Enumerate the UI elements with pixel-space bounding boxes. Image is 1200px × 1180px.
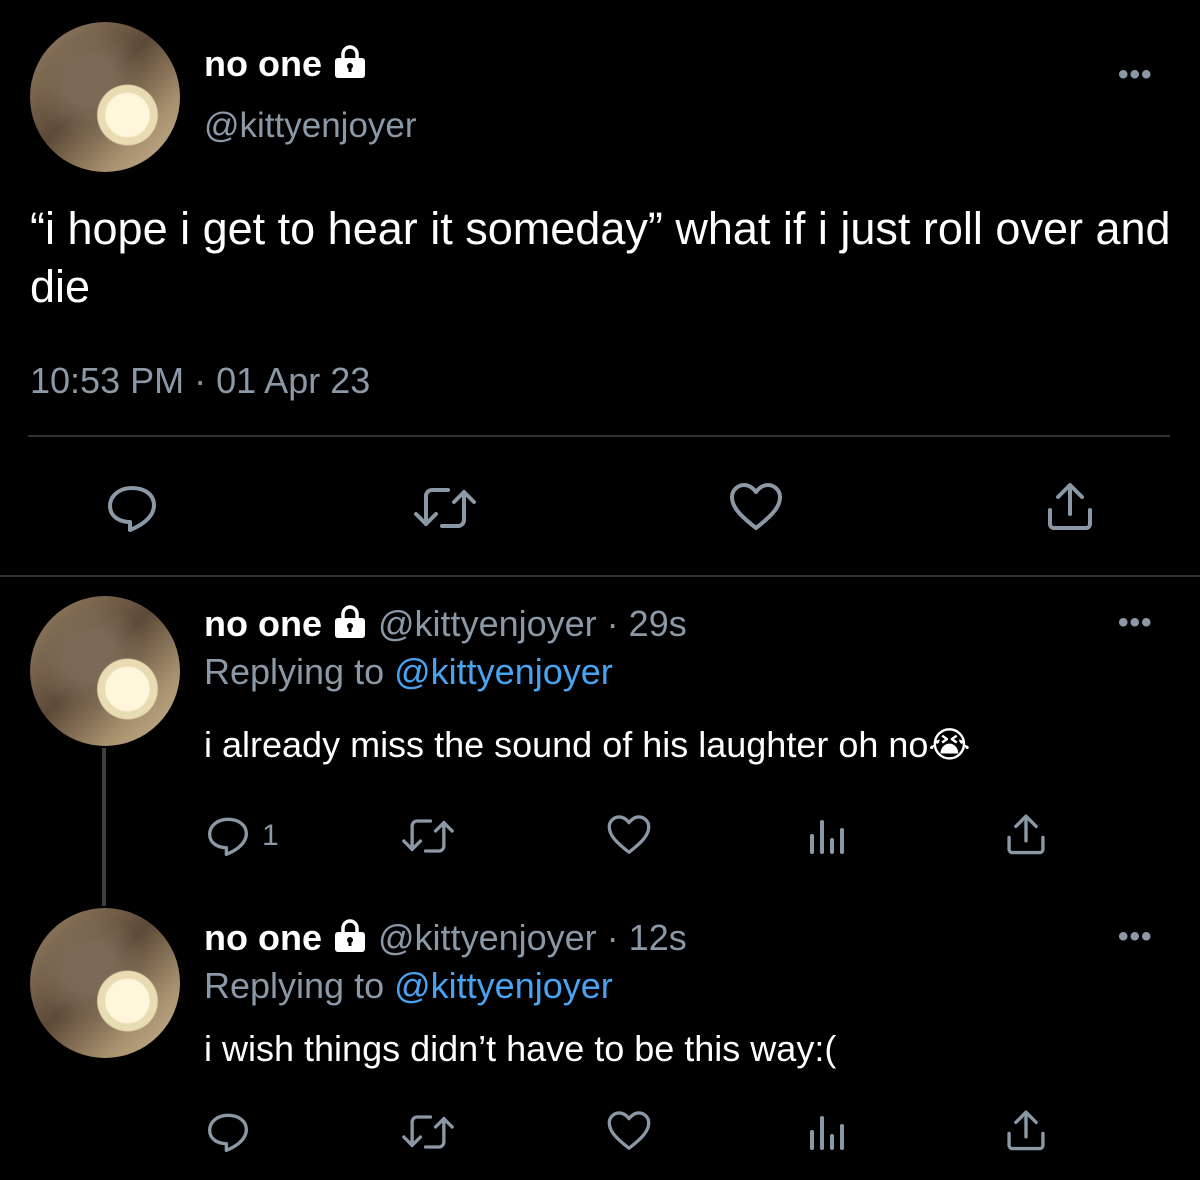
replying-to-link[interactable]: @kittyenjoyer	[394, 965, 613, 1006]
reply-count: 1	[262, 819, 279, 852]
replying-to: Replying to @kittyenjoyer	[204, 966, 613, 1006]
main-tweet-author[interactable]: no one	[204, 44, 368, 87]
reply-age: 29s	[628, 603, 687, 644]
tweet-time: 10:53 PM	[30, 360, 185, 401]
separator: ·	[194, 360, 207, 401]
lock-icon	[332, 605, 368, 647]
reply-icon[interactable]	[206, 816, 250, 856]
more-icon[interactable]: •••	[1118, 60, 1153, 90]
replying-to-link[interactable]: @kittyenjoyer	[394, 651, 613, 692]
avatar[interactable]	[30, 908, 180, 1058]
share-icon[interactable]	[1044, 480, 1096, 532]
more-icon[interactable]: •••	[1118, 608, 1153, 638]
reply-text: i wish things didn’t have to be this way…	[204, 1028, 837, 1069]
divider	[28, 435, 1170, 437]
tweet-text: “i hope i get to hear it someday” what i…	[30, 203, 1171, 312]
retweet-icon[interactable]	[400, 816, 456, 856]
tweet-timestamp[interactable]: 10:53 PM · 01 Apr 23	[30, 360, 370, 402]
tweet-date: 01 Apr 23	[216, 360, 371, 401]
avatar[interactable]	[30, 596, 180, 746]
reply-icon[interactable]	[206, 1112, 250, 1152]
like-icon[interactable]	[606, 1110, 652, 1152]
display-name: no one	[204, 917, 322, 958]
display-name: no one	[204, 43, 322, 84]
replying-to: Replying to @kittyenjoyer	[204, 652, 613, 692]
like-icon[interactable]	[728, 482, 784, 532]
separator: ·	[606, 917, 619, 958]
views-icon[interactable]	[808, 1112, 848, 1152]
thread-line	[102, 748, 106, 906]
more-icon[interactable]: •••	[1118, 922, 1153, 952]
reply-text: i already miss the sound of his laughter…	[204, 724, 971, 765]
lock-icon	[332, 919, 368, 961]
reply-age: 12s	[628, 917, 687, 958]
separator: ·	[606, 603, 619, 644]
reply-icon[interactable]	[106, 484, 158, 532]
reply-header[interactable]: no one @kittyenjoyer · 12s	[204, 918, 687, 961]
retweet-icon[interactable]	[412, 484, 478, 532]
replying-prefix: Replying to	[204, 965, 385, 1006]
avatar[interactable]	[30, 22, 180, 172]
lock-icon	[332, 45, 368, 87]
handle: @kittyenjoyer	[378, 603, 597, 644]
share-icon[interactable]	[1004, 812, 1048, 856]
handle[interactable]: @kittyenjoyer	[204, 106, 417, 146]
retweet-icon[interactable]	[400, 1112, 456, 1152]
handle: @kittyenjoyer	[378, 917, 597, 958]
divider	[0, 575, 1200, 577]
display-name: no one	[204, 603, 322, 644]
share-icon[interactable]	[1004, 1108, 1048, 1152]
like-icon[interactable]	[606, 814, 652, 856]
replying-prefix: Replying to	[204, 651, 385, 692]
reply-header[interactable]: no one @kittyenjoyer · 29s	[204, 604, 687, 647]
views-icon[interactable]	[808, 816, 848, 856]
